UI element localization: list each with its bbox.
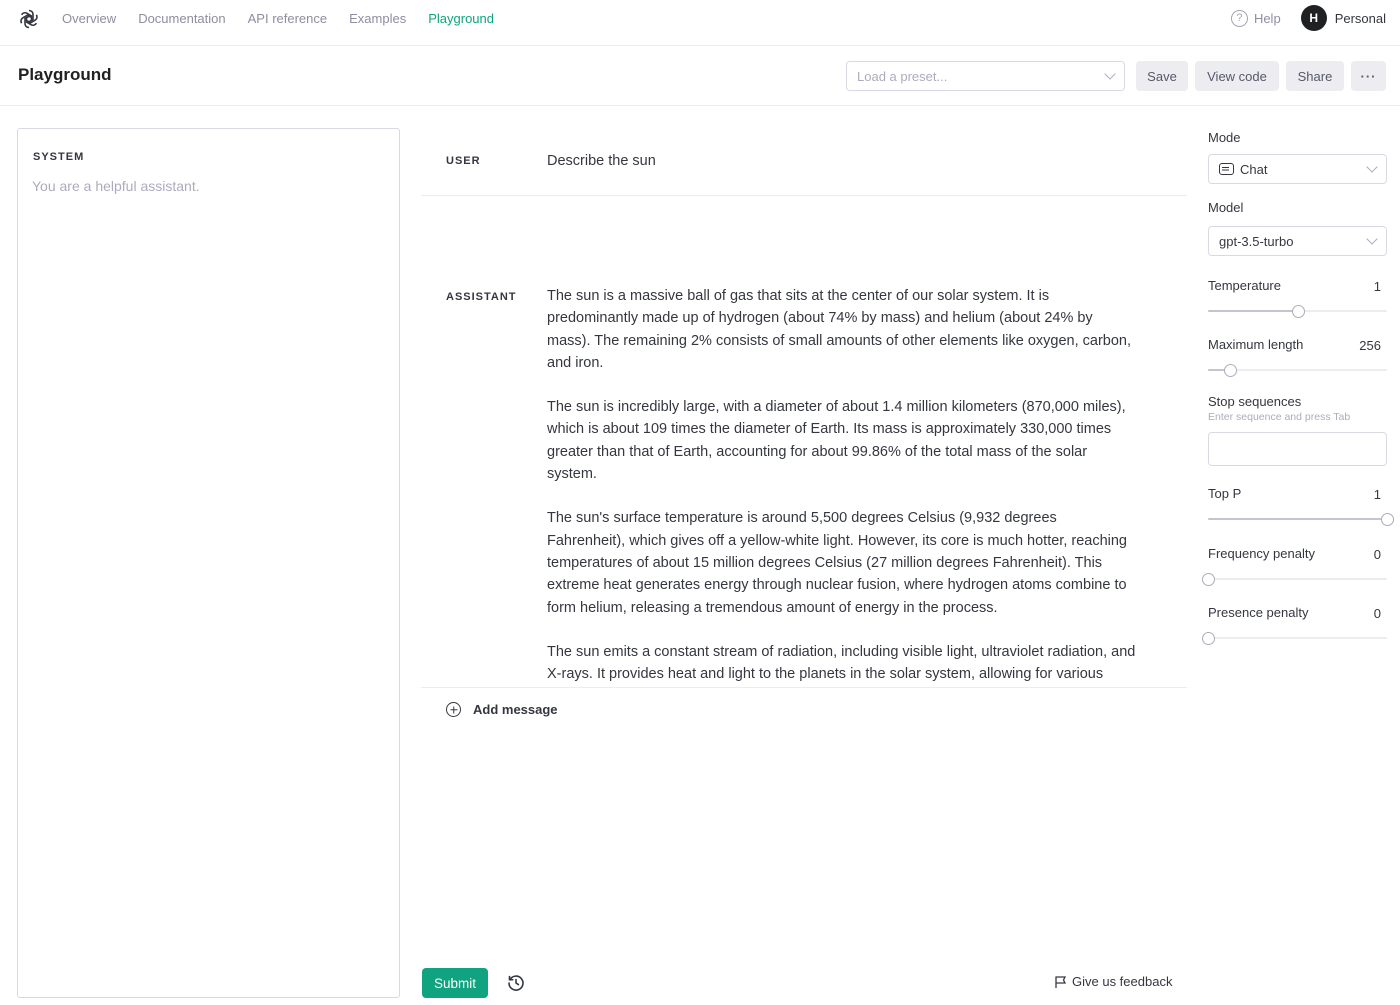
slider-thumb[interactable] — [1291, 305, 1305, 318]
submit-button[interactable]: Submit — [422, 968, 488, 998]
model-label: Model — [1208, 200, 1244, 215]
slider-track — [1208, 578, 1387, 580]
view-code-button[interactable]: View code — [1195, 61, 1279, 91]
message-paragraph: The sun is incredibly large, with a diam… — [547, 399, 1126, 483]
chat-icon — [1219, 163, 1234, 175]
chevron-down-icon — [1366, 233, 1378, 245]
slider-fill — [1208, 518, 1387, 520]
message-user[interactable]: USER Describe the sun — [421, 128, 1187, 196]
system-input[interactable]: You are a helpful assistant. — [32, 178, 200, 194]
nav-right: ? Help H Personal — [1230, 0, 1386, 36]
frequency-penalty-label: Frequency penalty — [1208, 546, 1315, 561]
message-paragraph: The sun's surface temperature is around … — [547, 510, 1127, 616]
openai-logo-icon[interactable] — [17, 7, 41, 31]
message-assistant[interactable]: ASSISTANT The sun is a massive ball of g… — [421, 196, 1187, 688]
mode-label: Mode — [1208, 130, 1241, 145]
avatar[interactable]: H — [1300, 5, 1327, 31]
nav-link-documentation[interactable]: Documentation — [138, 11, 225, 26]
page-header: Playground Load a preset... Save View co… — [0, 47, 1400, 106]
stop-sequences-input[interactable] — [1208, 432, 1387, 466]
nav-link-api-reference[interactable]: API reference — [248, 11, 328, 26]
more-options-button[interactable]: ··· — [1351, 61, 1386, 91]
frequency-penalty-slider[interactable] — [1202, 572, 1387, 586]
top-p-slider[interactable] — [1208, 512, 1394, 526]
slider-thumb[interactable] — [1202, 632, 1215, 645]
plus-circle-icon — [446, 702, 461, 717]
model-value: gpt-3.5-turbo — [1219, 233, 1294, 249]
help-icon: ? — [1230, 9, 1248, 27]
add-message-button[interactable]: Add message — [446, 702, 558, 717]
preset-select[interactable]: Load a preset... — [846, 61, 1125, 91]
preset-placeholder: Load a preset... — [857, 68, 948, 84]
model-select[interactable]: gpt-3.5-turbo — [1208, 226, 1387, 256]
top-p-value[interactable]: 1 — [1374, 487, 1381, 502]
feedback-link[interactable]: Give us feedback — [1054, 974, 1172, 989]
account-menu[interactable]: Personal — [1335, 11, 1386, 26]
max-length-value[interactable]: 256 — [1359, 338, 1381, 353]
help-label: Help — [1253, 10, 1281, 26]
temperature-value[interactable]: 1 — [1374, 279, 1381, 294]
nav-link-playground[interactable]: Playground — [428, 11, 494, 26]
messages-list: USER Describe the sun ASSISTANT The sun … — [421, 128, 1187, 688]
stop-sequences-hint: Enter sequence and press Tab — [1208, 411, 1351, 423]
system-label: SYSTEM — [33, 151, 85, 163]
top-p-label: Top P — [1208, 486, 1242, 501]
max-length-slider[interactable] — [1208, 363, 1387, 377]
chevron-down-icon — [1366, 161, 1378, 173]
presence-penalty-value[interactable]: 0 — [1374, 606, 1381, 621]
message-paragraph: The sun emits a constant stream of radia… — [547, 643, 1136, 683]
history-icon[interactable] — [506, 973, 526, 993]
chevron-down-icon — [1104, 68, 1116, 80]
slider-thumb[interactable] — [1381, 513, 1394, 526]
slider-fill — [1208, 310, 1298, 312]
message-role[interactable]: ASSISTANT — [446, 291, 517, 303]
nav-link-examples[interactable]: Examples — [349, 11, 406, 26]
help-link[interactable]: ? Help — [1230, 9, 1281, 27]
temperature-label: Temperature — [1208, 278, 1281, 293]
message-paragraph: The sun is a massive ball of gas that si… — [547, 288, 1132, 371]
page-title: Playground — [18, 65, 112, 84]
feedback-label: Give us feedback — [1072, 974, 1173, 989]
presence-penalty-label: Presence penalty — [1208, 605, 1309, 620]
presence-penalty-slider[interactable] — [1202, 631, 1387, 645]
temperature-slider[interactable] — [1208, 304, 1387, 318]
mode-select[interactable]: Chat — [1208, 154, 1387, 184]
message-role[interactable]: USER — [446, 155, 481, 167]
share-button[interactable]: Share — [1286, 61, 1344, 91]
mode-value: Chat — [1240, 161, 1268, 177]
save-button[interactable]: Save — [1136, 61, 1188, 91]
add-message-label: Add message — [473, 702, 558, 717]
slider-track — [1208, 637, 1387, 639]
nav-links: Overview Documentation API reference Exa… — [62, 0, 494, 36]
nav-link-overview[interactable]: Overview — [62, 11, 116, 26]
top-navigation: Overview Documentation API reference Exa… — [0, 0, 1400, 46]
flag-icon — [1055, 975, 1067, 988]
frequency-penalty-value[interactable]: 0 — [1374, 547, 1381, 562]
max-length-label: Maximum length — [1208, 337, 1304, 352]
slider-thumb[interactable] — [1202, 573, 1215, 586]
message-text[interactable]: Describe the sun — [547, 150, 1137, 172]
slider-thumb[interactable] — [1224, 364, 1238, 377]
message-text[interactable]: The sun is a massive ball of gas that si… — [547, 285, 1137, 687]
stop-sequences-label: Stop sequences — [1208, 394, 1302, 409]
system-panel[interactable]: SYSTEM You are a helpful assistant. — [17, 128, 400, 998]
